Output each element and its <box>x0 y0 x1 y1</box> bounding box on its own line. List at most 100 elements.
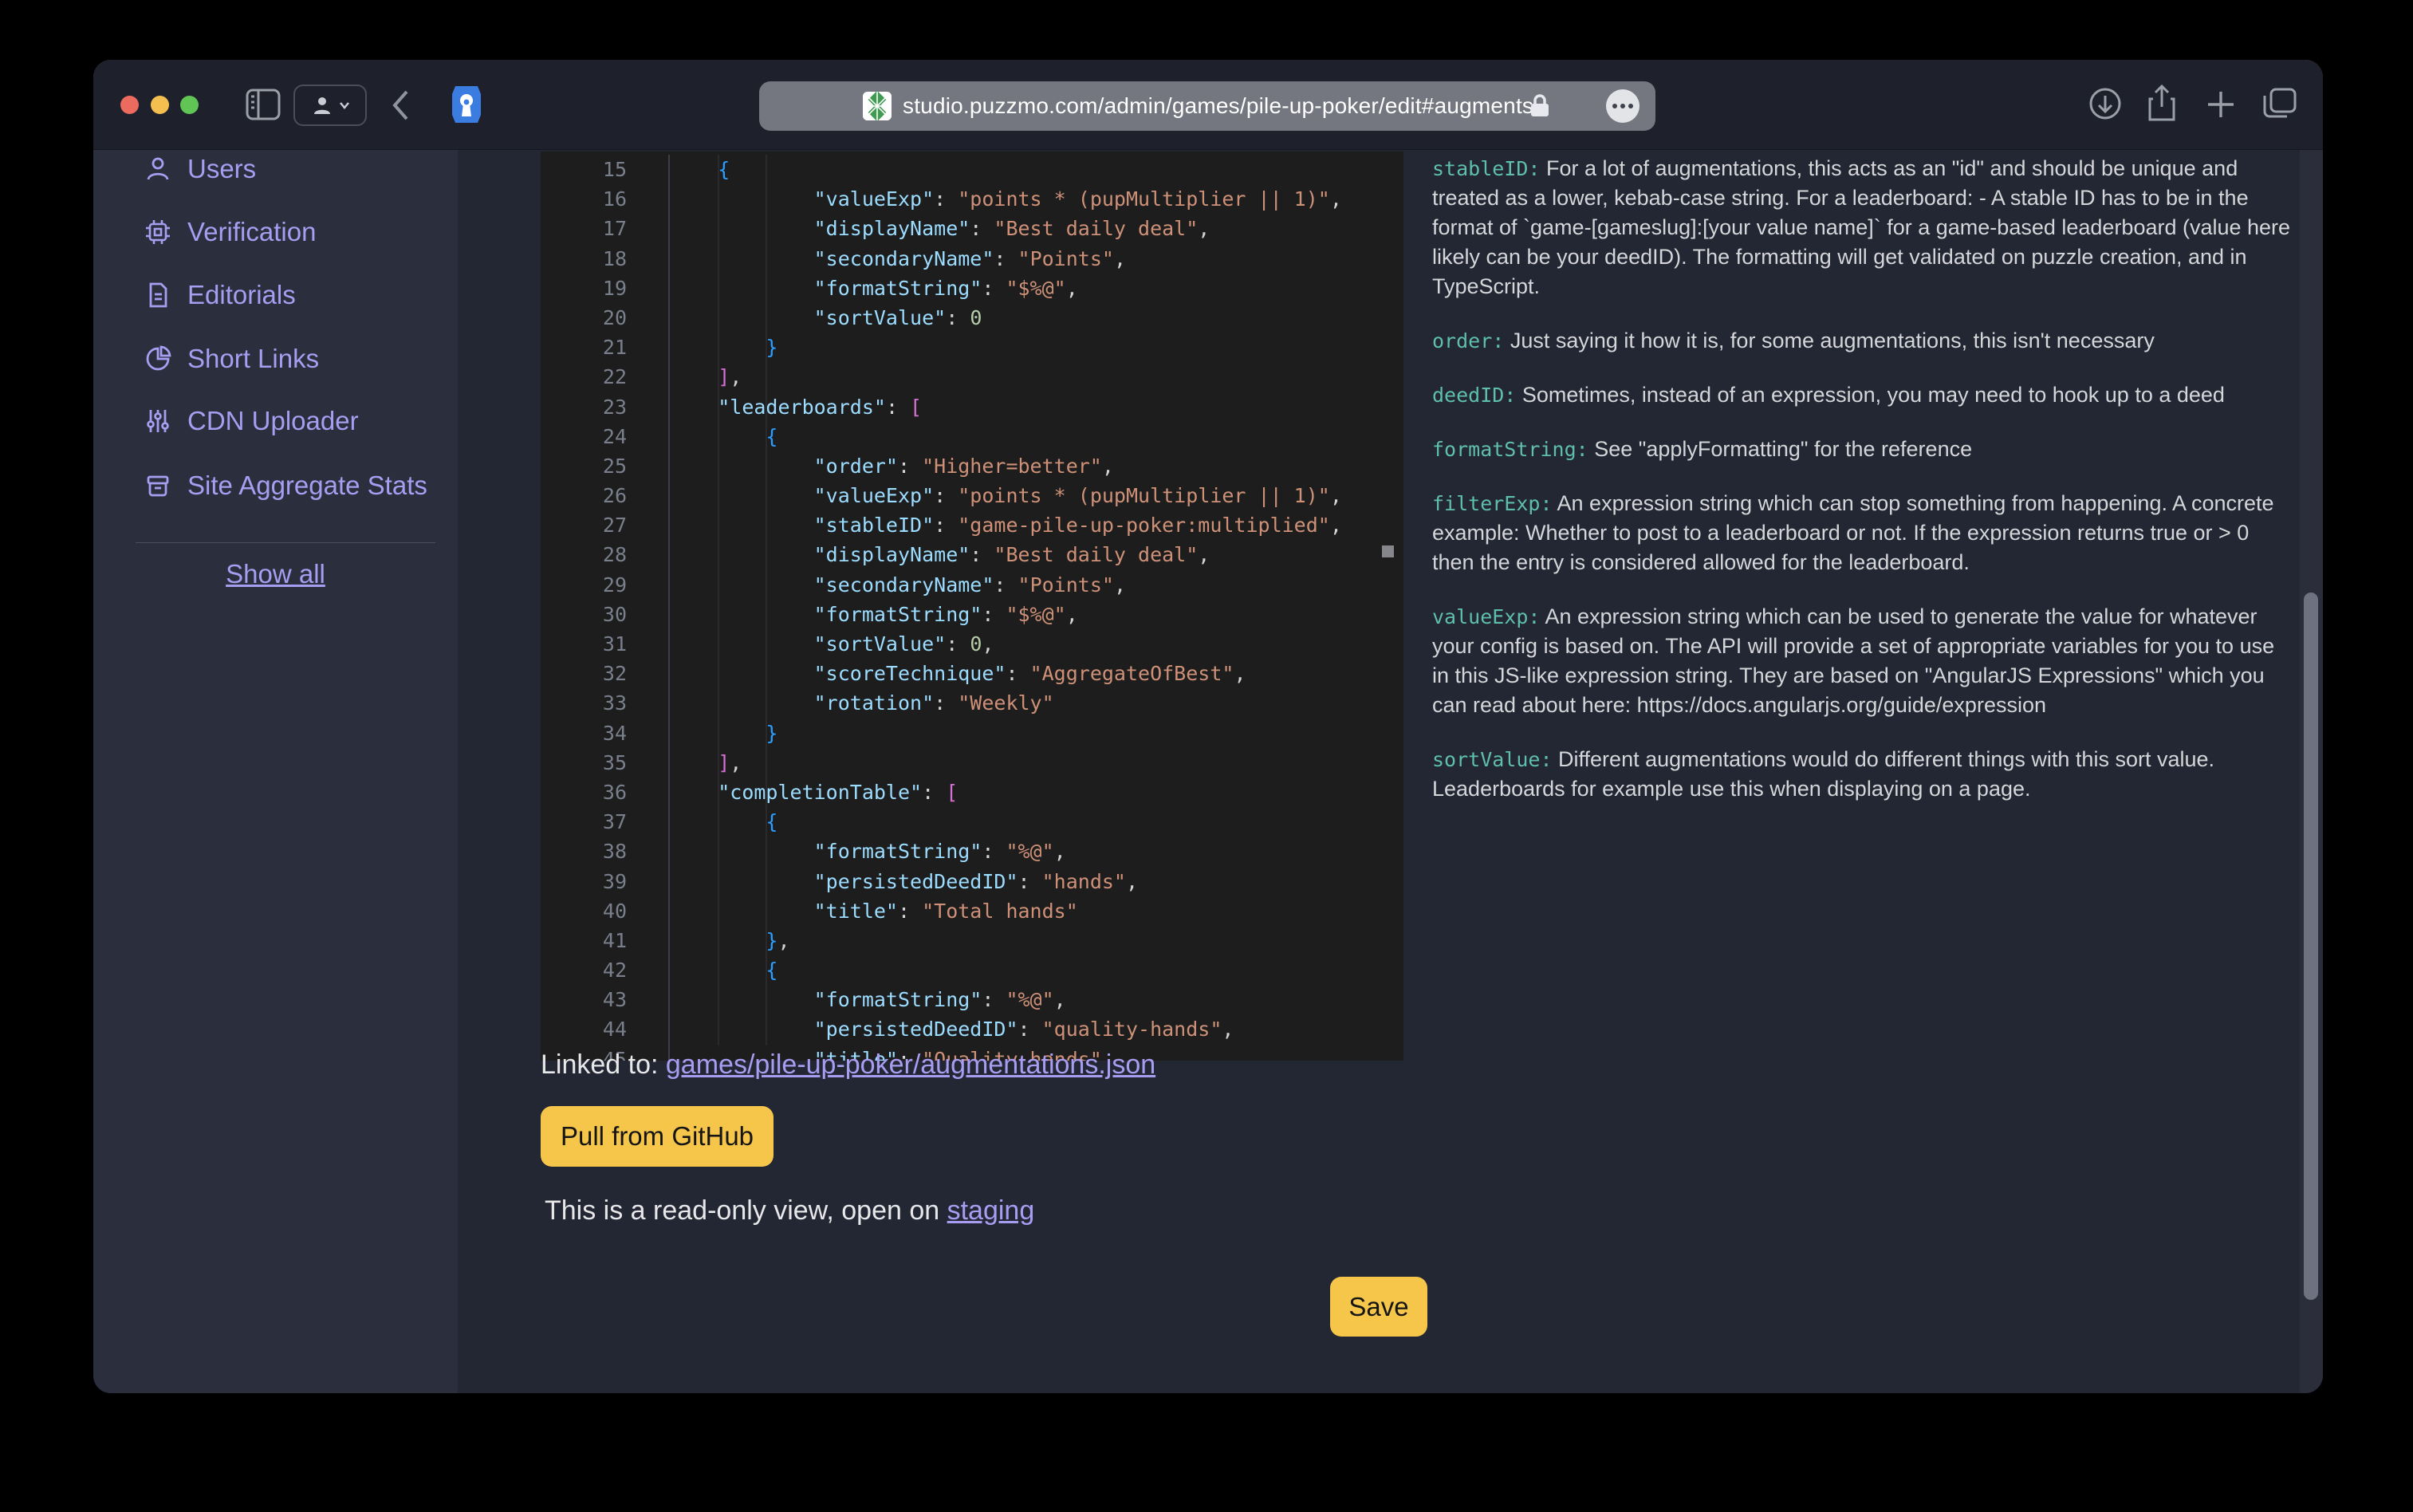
line-number: 33 <box>541 688 627 718</box>
doc-entry-key: valueExp: <box>1432 605 1540 628</box>
code-line[interactable]: 19 "formatString": "$%@", <box>541 274 1403 303</box>
code-line[interactable]: 40 "title": "Total hands" <box>541 896 1403 926</box>
augmentations-json-link[interactable]: games/pile-up-poker/augmentations.json <box>666 1049 1155 1080</box>
sidebar-item-label: Users <box>187 154 256 184</box>
code-line[interactable]: 25 "order": "Higher=better", <box>541 451 1403 481</box>
code-line[interactable]: 38 "formatString": "%@", <box>541 837 1403 866</box>
code-line[interactable]: 43 "formatString": "%@", <box>541 985 1403 1014</box>
sidebar-item-site-aggregate-stats[interactable]: Site Aggregate Stats <box>93 467 458 505</box>
code-line-content: "completionTable": [ <box>670 778 958 807</box>
sidebar-item-editorials[interactable]: Editorials <box>93 276 458 314</box>
profile-menu-button[interactable] <box>293 85 367 126</box>
gutter-border <box>627 659 670 688</box>
code-line[interactable]: 20 "sortValue": 0 <box>541 303 1403 333</box>
code-line[interactable]: 16 "valueExp": "points * (pupMultiplier … <box>541 184 1403 214</box>
line-number: 37 <box>541 807 627 837</box>
code-line-content: "leaderboards": [ <box>670 392 922 422</box>
line-number: 18 <box>541 244 627 274</box>
code-line-content: "displayName": "Best daily deal", <box>670 540 1210 569</box>
code-line-content: ], <box>670 362 742 392</box>
code-line-content: { <box>670 807 777 837</box>
code-line[interactable]: 15 { <box>541 155 1403 184</box>
code-line[interactable]: 17 "displayName": "Best daily deal", <box>541 214 1403 243</box>
code-line[interactable]: 28 "displayName": "Best daily deal", <box>541 540 1403 569</box>
new-tab-icon[interactable] <box>2206 89 2236 120</box>
doc-entry-text: An expression string which can be used t… <box>1432 604 2274 717</box>
doc-entry-text: An expression string which can stop some… <box>1432 491 2274 574</box>
doc-entry-text: Just saying it how it is, for some augme… <box>1510 329 2155 352</box>
code-line[interactable]: 39 "persistedDeedID": "hands", <box>541 867 1403 896</box>
onepassword-extension-icon[interactable] <box>449 85 484 124</box>
page-scrollbar-thumb[interactable] <box>2304 593 2318 1300</box>
code-line[interactable]: 41 }, <box>541 926 1403 955</box>
zoom-window-button[interactable] <box>180 96 199 114</box>
gutter-border <box>627 303 670 333</box>
gutter-border <box>627 422 670 451</box>
line-number: 25 <box>541 451 627 481</box>
doc-entry-text: Sometimes, instead of an expression, you… <box>1522 383 2225 407</box>
code-line[interactable]: 26 "valueExp": "points * (pupMultiplier … <box>541 481 1403 510</box>
line-number: 26 <box>541 481 627 510</box>
code-line[interactable]: 35 ], <box>541 748 1403 778</box>
staging-link[interactable]: staging <box>947 1195 1035 1226</box>
line-number: 40 <box>541 896 627 926</box>
code-line-content: "sortValue": 0 <box>670 303 982 333</box>
minimize-window-button[interactable] <box>151 96 169 114</box>
back-button-icon[interactable] <box>389 89 411 122</box>
code-line[interactable]: 37 { <box>541 807 1403 837</box>
code-line-content: }, <box>670 926 790 955</box>
downloads-icon[interactable] <box>2088 86 2123 121</box>
code-line[interactable]: 24 { <box>541 422 1403 451</box>
chevron-down-icon <box>339 101 350 109</box>
indent-guide <box>766 155 767 1045</box>
browser-toolbar: studio.puzzmo.com/admin/games/pile-up-po… <box>93 60 2323 150</box>
code-line[interactable]: 21 } <box>541 333 1403 362</box>
line-number: 32 <box>541 659 627 688</box>
page-actions-ellipsis-icon[interactable] <box>1606 89 1640 123</box>
sidebar-item-short-links[interactable]: Short Links <box>93 340 458 378</box>
share-icon[interactable] <box>2145 85 2179 123</box>
user-icon <box>144 156 171 183</box>
code-line[interactable]: 36 "completionTable": [ <box>541 778 1403 807</box>
line-number: 29 <box>541 570 627 600</box>
sidebar-item-users[interactable]: Users <box>93 150 458 188</box>
code-line[interactable]: 42 { <box>541 955 1403 985</box>
pull-from-github-button[interactable]: Pull from GitHub <box>541 1106 773 1167</box>
doc-entry-deedID: deedID: Sometimes, instead of an express… <box>1432 380 2293 410</box>
code-line[interactable]: 27 "stableID": "game-pile-up-poker:multi… <box>541 510 1403 540</box>
sidebar-item-cdn-uploader[interactable]: CDN Uploader <box>93 402 458 440</box>
code-line[interactable]: 44 "persistedDeedID": "quality-hands", <box>541 1014 1403 1044</box>
code-line[interactable]: 33 "rotation": "Weekly" <box>541 688 1403 718</box>
code-line[interactable]: 31 "sortValue": 0, <box>541 629 1403 659</box>
code-line-content: "formatString": "%@", <box>670 837 1066 866</box>
code-line[interactable]: 34 } <box>541 719 1403 748</box>
gutter-border <box>627 362 670 392</box>
code-line[interactable]: 30 "formatString": "$%@", <box>541 600 1403 629</box>
code-line[interactable]: 32 "scoreTechnique": "AggregateOfBest", <box>541 659 1403 688</box>
tab-overview-icon[interactable] <box>2261 86 2298 121</box>
line-number: 28 <box>541 540 627 569</box>
code-line[interactable]: 29 "secondaryName": "Points", <box>541 570 1403 600</box>
show-all-link[interactable]: Show all <box>93 559 458 589</box>
code-line[interactable]: 23 "leaderboards": [ <box>541 392 1403 422</box>
code-line-content: } <box>670 719 777 748</box>
code-line[interactable]: 22 ], <box>541 362 1403 392</box>
line-number: 41 <box>541 926 627 955</box>
editor-scrollbar-thumb[interactable] <box>1382 545 1394 557</box>
doc-entry-key: filterExp: <box>1432 492 1553 515</box>
admin-sidebar: Users Verification Editorials Short Links CD… <box>93 150 458 1393</box>
address-bar[interactable]: studio.puzzmo.com/admin/games/pile-up-po… <box>759 81 1655 131</box>
save-button[interactable]: Save <box>1330 1277 1427 1337</box>
page-scrollbar-track[interactable] <box>2300 150 2323 1393</box>
doc-entry-key: deedID: <box>1432 384 1516 407</box>
gutter-border <box>627 274 670 303</box>
code-line[interactable]: 18 "secondaryName": "Points", <box>541 244 1403 274</box>
code-line-content: "secondaryName": "Points", <box>670 244 1126 274</box>
doc-entry-sortValue: sortValue: Different augmentations would… <box>1432 745 2293 804</box>
pie-chart-icon <box>144 345 171 372</box>
sidebar-toggle-icon[interactable] <box>246 89 281 120</box>
json-code-editor[interactable]: 15 {16 "valueExp": "points * (pupMultipl… <box>541 152 1403 1061</box>
line-number: 22 <box>541 362 627 392</box>
sidebar-item-verification[interactable]: Verification <box>93 213 458 251</box>
close-window-button[interactable] <box>120 96 139 114</box>
